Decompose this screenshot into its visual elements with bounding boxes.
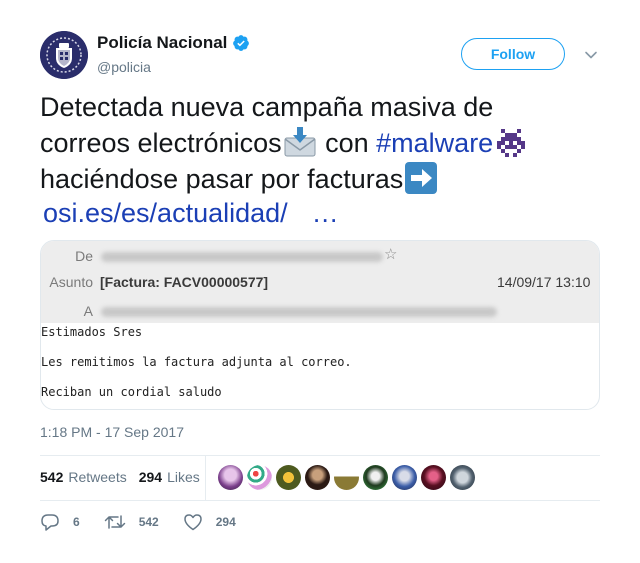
retweet-count[interactable]: 542 [139, 515, 159, 529]
email-body-line-3: Reciban un cordial saludo [41, 385, 222, 399]
liker-avatar[interactable] [276, 465, 301, 490]
tweet-line-2: correos electrónicos con #malware [40, 125, 600, 161]
blurred-recipient [101, 307, 497, 317]
email-body-line-1: Estimados Sres [41, 325, 143, 339]
tweet-stats: 542 Retweets 294 Likes [40, 469, 200, 485]
retweets-label[interactable]: Retweets [68, 469, 126, 485]
heart-icon [183, 514, 202, 531]
chevron-down-icon[interactable] [584, 48, 598, 62]
reply-count[interactable]: 6 [73, 515, 80, 529]
incoming-envelope-icon [284, 127, 316, 157]
email-header: De ☆ Asunto [Factura: FACV00000577] 14/0… [41, 241, 599, 323]
liker-avatar[interactable] [334, 465, 359, 490]
divider [205, 456, 206, 500]
retweets-count[interactable]: 542 [40, 469, 63, 485]
right-arrow-icon [405, 162, 438, 194]
liker-avatar[interactable] [450, 465, 475, 490]
email-subject: [Factura: FACV00000577] [100, 274, 269, 290]
tweet-line-2-text: correos electrónicos [40, 128, 282, 158]
tweet-link[interactable]: osi.es/es/actualidad/ … [43, 195, 339, 231]
avatar[interactable] [40, 31, 88, 79]
tweet-media-image[interactable]: De ☆ Asunto [Factura: FACV00000577] 14/0… [40, 240, 600, 410]
divider [40, 455, 600, 456]
space-invader-icon [497, 129, 526, 157]
email-to-label: A [83, 303, 93, 319]
liker-avatar[interactable] [392, 465, 417, 490]
likes-label[interactable]: Likes [167, 469, 200, 485]
liker-avatar[interactable] [421, 465, 446, 490]
liker-avatar[interactable] [363, 465, 388, 490]
retweet-icon [104, 515, 125, 529]
tweet-text: Detectada nueva campaña masiva de correo… [40, 89, 600, 197]
account-handle[interactable]: @policia [97, 59, 151, 75]
likes-count[interactable]: 294 [139, 469, 162, 485]
tweet-line-3: haciéndose pasar por facturas [40, 161, 600, 197]
like-count[interactable]: 294 [216, 515, 236, 529]
account-name-label[interactable]: Policía Nacional [97, 33, 227, 53]
follow-button[interactable]: Follow [461, 38, 565, 70]
hashtag-malware[interactable]: #malware [376, 128, 493, 158]
blurred-sender [101, 252, 383, 262]
verified-badge-icon [233, 35, 250, 51]
reply-button[interactable]: 6 [40, 513, 80, 531]
email-date: 14/09/17 13:10 [497, 274, 591, 290]
tweet-link-url[interactable]: osi.es/es/actualidad/ [43, 198, 288, 228]
tweet-line-3-text: haciéndose pasar por facturas [40, 164, 404, 194]
tweet-actions: 6 542 294 [40, 513, 260, 531]
star-icon: ☆ [384, 246, 398, 263]
reply-icon [41, 514, 59, 531]
liker-avatar[interactable] [305, 465, 330, 490]
police-badge-icon [40, 31, 88, 79]
email-subject-label: Asunto [49, 274, 93, 290]
tweet-line-1: Detectada nueva campaña masiva de [40, 92, 494, 122]
liker-avatar[interactable] [247, 465, 272, 490]
tweet-timestamp[interactable]: 1:18 PM - 17 Sep 2017 [40, 424, 184, 440]
liker-avatar[interactable] [218, 465, 243, 490]
like-button[interactable]: 294 [183, 513, 236, 531]
divider [40, 500, 600, 501]
retweet-button[interactable]: 542 [104, 513, 159, 531]
tweet-line-2-con: con [317, 128, 377, 158]
liker-avatars [218, 465, 479, 490]
tweet-link-ellipsis[interactable]: … [312, 198, 339, 228]
account-name[interactable]: Policía Nacional [97, 33, 250, 53]
email-from-label: De [75, 248, 93, 264]
email-body-line-2: Les remitimos la factura adjunta al corr… [41, 355, 352, 369]
